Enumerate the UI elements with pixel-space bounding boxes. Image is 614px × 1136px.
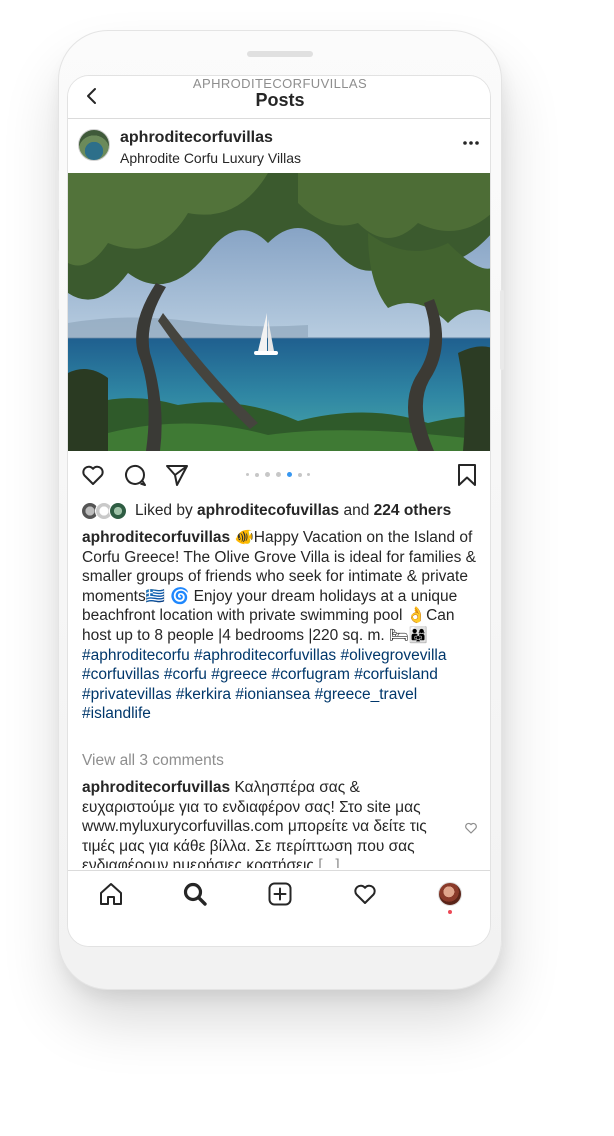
carousel-dot bbox=[298, 472, 302, 477]
more-dots-icon[interactable] bbox=[462, 139, 480, 147]
post-location[interactable]: Aphrodite Corfu Luxury Villas bbox=[120, 150, 301, 166]
home-icon[interactable] bbox=[98, 881, 124, 907]
add-post-icon[interactable] bbox=[267, 881, 293, 907]
carousel-indicator bbox=[246, 472, 316, 478]
comment-more-link[interactable]: [...] bbox=[318, 857, 340, 868]
caption-emoji: 🐠 bbox=[234, 528, 254, 546]
post-actions bbox=[68, 456, 490, 496]
heart-icon[interactable] bbox=[80, 462, 106, 488]
post-header: aphroditecorfuvillas Aphrodite Corfu Lux… bbox=[68, 120, 490, 173]
page-title: Posts bbox=[255, 90, 305, 110]
post-caption: aphroditecorfuvillas 🐠Happy Vacation on … bbox=[82, 528, 482, 724]
phone-side-button bbox=[55, 170, 59, 230]
carousel-dot bbox=[255, 472, 259, 477]
paper-plane-icon[interactable] bbox=[164, 462, 190, 488]
view-all-comments-link[interactable]: View all 3 comments bbox=[82, 752, 224, 770]
comment-username[interactable]: aphroditecorfuvillas bbox=[82, 779, 230, 796]
liker-avatar bbox=[109, 502, 127, 520]
post-avatar[interactable] bbox=[78, 129, 110, 161]
post-username[interactable]: aphroditecorfuvillas bbox=[120, 129, 273, 147]
account-name: APHRODITECORFUVILLAS bbox=[192, 76, 368, 91]
carousel-dot bbox=[246, 473, 249, 476]
post-photo[interactable] bbox=[68, 173, 491, 451]
likes-text: Liked by aphroditecofuvillas and 224 oth… bbox=[135, 502, 451, 520]
search-icon[interactable] bbox=[182, 881, 208, 907]
comment: aphroditecorfuvillas Καλησπέρα σας & ευχ… bbox=[82, 778, 450, 868]
likes-user[interactable]: aphroditecofuvillas bbox=[197, 502, 339, 519]
activity-heart-icon[interactable] bbox=[352, 881, 378, 907]
caption-username[interactable]: aphroditecorfuvillas bbox=[82, 529, 230, 546]
likes-prefix: Liked by bbox=[135, 502, 198, 519]
carousel-dot-active bbox=[287, 472, 292, 477]
bookmark-icon[interactable] bbox=[454, 462, 480, 488]
phone-speaker bbox=[247, 51, 313, 57]
likes-middle: and bbox=[339, 502, 374, 519]
carousel-dot bbox=[265, 472, 270, 477]
app-screen: APHRODITECORFUVILLAS Posts aphroditecorf… bbox=[67, 75, 491, 947]
comment-bubble-icon[interactable] bbox=[122, 462, 148, 488]
notification-dot bbox=[448, 910, 452, 914]
caption-hashtags[interactable]: #aphroditecorfu #aphroditecorfuvillas #o… bbox=[82, 647, 446, 723]
phone-side-button bbox=[55, 250, 59, 310]
profile-avatar[interactable] bbox=[438, 882, 462, 906]
carousel-dot bbox=[307, 473, 310, 476]
carousel-dot bbox=[276, 472, 281, 477]
caption-emoji: 🇬🇷 🌀 bbox=[145, 586, 190, 605]
comment-heart-icon[interactable] bbox=[464, 821, 478, 835]
caption-emoji: 🛏👨‍👩‍👧 bbox=[389, 625, 429, 644]
bottom-tab-bar bbox=[68, 870, 490, 946]
caption-emoji: 👌 bbox=[406, 606, 427, 625]
likes-others[interactable]: 224 others bbox=[374, 502, 452, 519]
top-nav: APHRODITECORFUVILLAS Posts bbox=[68, 76, 490, 119]
likes-row[interactable]: Liked by aphroditecofuvillas and 224 oth… bbox=[81, 500, 481, 522]
phone-side-button bbox=[500, 290, 504, 370]
